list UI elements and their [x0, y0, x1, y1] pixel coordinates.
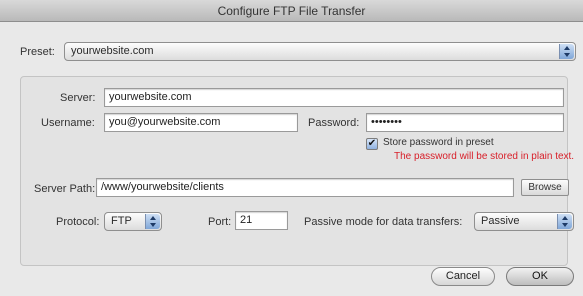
store-password-checkbox[interactable]: ✔ [366, 138, 378, 150]
passive-mode-popup[interactable]: Passive [474, 212, 574, 231]
passive-mode-label: Passive mode for data transfers: [304, 216, 463, 228]
cancel-button[interactable]: Cancel [431, 267, 495, 286]
username-label: Username: [41, 117, 95, 129]
password-field[interactable]: •••••••• [366, 113, 564, 132]
protocol-popup[interactable]: FTP [104, 212, 162, 231]
preset-popup[interactable]: yourwebsite.com [64, 42, 576, 61]
password-warning: The password will be stored in plain tex… [394, 151, 575, 162]
protocol-label: Protocol: [56, 216, 100, 228]
preset-value: yourwebsite.com [71, 45, 154, 57]
password-label: Password: [308, 117, 360, 129]
server-field[interactable]: yourwebsite.com [104, 88, 564, 107]
checkmark-icon: ✔ [367, 138, 377, 149]
server-path-label: Server Path: [34, 183, 96, 195]
stepper-arrows-icon [557, 214, 572, 229]
browse-button[interactable]: Browse [521, 179, 569, 196]
server-label: Server: [60, 92, 96, 104]
stepper-arrows-icon [559, 44, 574, 59]
port-field[interactable]: 21 [235, 211, 288, 230]
port-label: Port: [208, 216, 232, 228]
ok-button[interactable]: OK [506, 267, 574, 286]
ftp-config-dialog: Configure FTP File Transfer Preset: your… [0, 0, 583, 296]
username-field[interactable]: you@yourwebsite.com [104, 113, 298, 132]
preset-label: Preset: [20, 46, 55, 58]
passive-mode-value: Passive [481, 215, 520, 227]
server-path-field[interactable]: /www/yourwebsite/clients [96, 178, 514, 197]
stepper-arrows-icon [145, 214, 160, 229]
window-title: Configure FTP File Transfer [0, 0, 583, 22]
protocol-value: FTP [111, 215, 132, 227]
store-password-label: Store password in preset [383, 137, 494, 148]
